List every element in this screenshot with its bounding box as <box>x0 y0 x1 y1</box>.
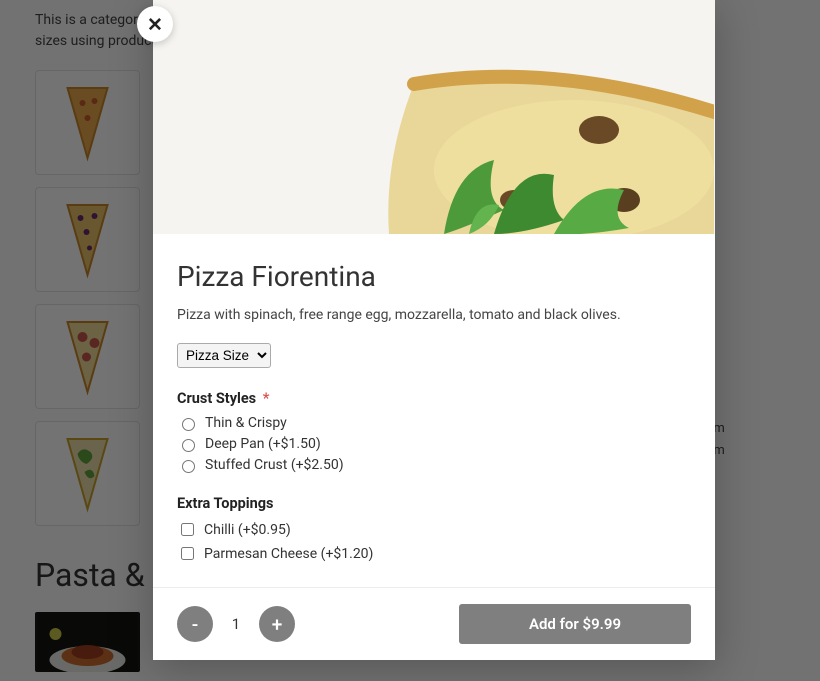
crust-option-stuffed[interactable]: Stuffed Crust (+$2.50) <box>177 457 691 473</box>
topping-option-parmesan[interactable]: Parmesan Cheese (+$1.20) <box>177 544 691 563</box>
quantity-stepper: - 1 + <box>177 606 295 642</box>
quantity-increase-button[interactable]: + <box>259 606 295 642</box>
topping-option-label: Chilli (+$0.95) <box>204 522 291 538</box>
crust-heading-label: Crust Styles <box>177 390 256 407</box>
required-marker: * <box>263 390 270 407</box>
pizza-size-select[interactable]: Pizza Size <box>177 343 271 368</box>
quantity-value: 1 <box>213 615 259 633</box>
product-modal: ✕ Pizza Fiorentina Pizza with spinach, f… <box>153 0 715 660</box>
product-image <box>153 0 715 234</box>
quantity-decrease-button[interactable]: - <box>177 606 213 642</box>
crust-radio-stuffed[interactable] <box>182 460 195 473</box>
crust-option-label: Deep Pan (+$1.50) <box>205 436 321 452</box>
extra-toppings-heading: Extra Toppings <box>177 495 691 512</box>
crust-styles-heading: Crust Styles * <box>177 390 691 407</box>
product-description: Pizza with spinach, free range egg, mozz… <box>177 307 691 323</box>
plus-icon: + <box>272 613 283 636</box>
close-icon: ✕ <box>147 13 163 36</box>
crust-option-label: Stuffed Crust (+$2.50) <box>205 457 344 473</box>
topping-checkbox-chilli[interactable] <box>181 523 194 536</box>
topping-option-chilli[interactable]: Chilli (+$0.95) <box>177 520 691 539</box>
crust-option-thin[interactable]: Thin & Crispy <box>177 415 691 431</box>
add-to-cart-button[interactable]: Add for $9.99 <box>459 604 691 644</box>
product-details: Pizza Fiorentina Pizza with spinach, fre… <box>153 234 715 587</box>
topping-checkbox-parmesan[interactable] <box>181 547 194 560</box>
add-button-label: Add for $9.99 <box>529 615 621 633</box>
minus-icon: - <box>192 613 198 636</box>
crust-option-label: Thin & Crispy <box>205 415 287 431</box>
crust-option-deep-pan[interactable]: Deep Pan (+$1.50) <box>177 436 691 452</box>
close-button[interactable]: ✕ <box>137 6 173 42</box>
crust-radio-thin[interactable] <box>182 418 195 431</box>
product-title: Pizza Fiorentina <box>177 260 691 293</box>
topping-option-label: Parmesan Cheese (+$1.20) <box>204 546 373 562</box>
crust-radio-deep-pan[interactable] <box>182 439 195 452</box>
pizza-fiorentina-icon <box>154 0 714 234</box>
modal-footer: - 1 + Add for $9.99 <box>153 587 715 660</box>
